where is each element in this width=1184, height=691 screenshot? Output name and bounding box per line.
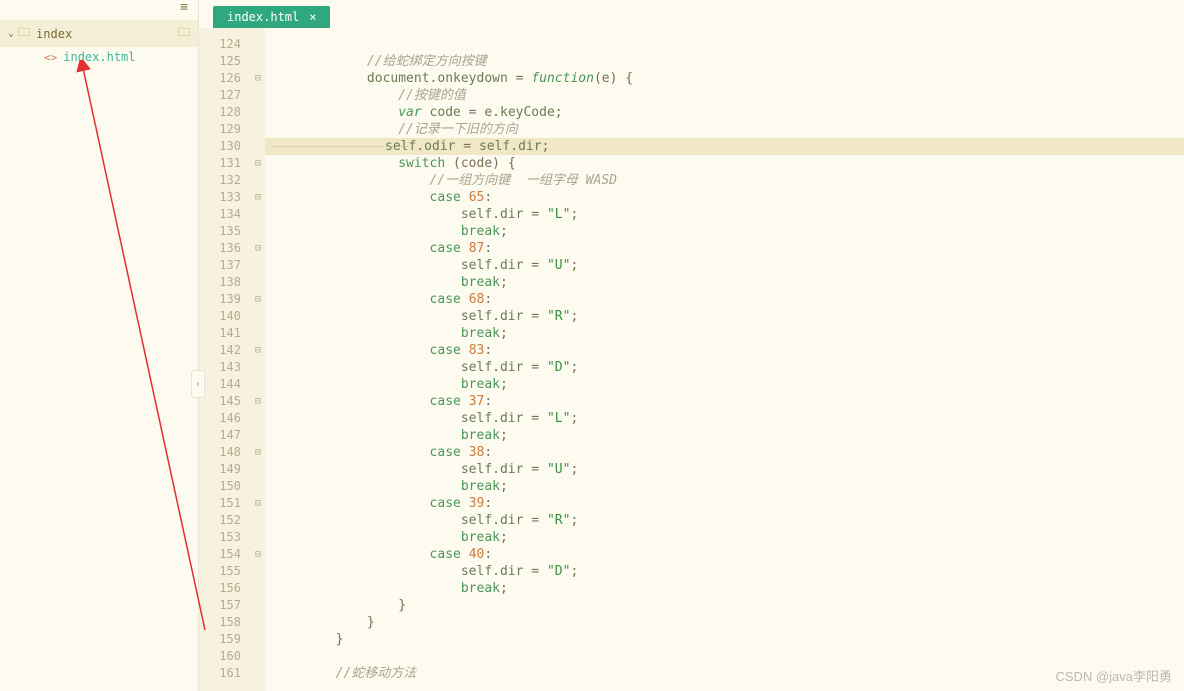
- code-line[interactable]: break;: [265, 478, 1184, 495]
- code-line[interactable]: break;: [265, 580, 1184, 597]
- code-line[interactable]: //按键的值: [265, 87, 1184, 104]
- line-number: 126: [199, 70, 249, 87]
- line-number: 131: [199, 155, 249, 172]
- editor-main: index.html × 124125126127128129130131132…: [199, 0, 1184, 691]
- code-line[interactable]: case 87:: [265, 240, 1184, 257]
- line-number: 125: [199, 53, 249, 70]
- code-line[interactable]: [265, 648, 1184, 665]
- code-line[interactable]: case 83:: [265, 342, 1184, 359]
- code-line[interactable]: switch (code) {: [265, 155, 1184, 172]
- folder-index[interactable]: ⌄ 🗀 index 🗀: [0, 20, 198, 47]
- file-label: index.html: [63, 50, 135, 64]
- line-number: 124: [199, 36, 249, 53]
- code-line[interactable]: case 40:: [265, 546, 1184, 563]
- folder-label: index: [36, 27, 72, 41]
- line-number: 154: [199, 546, 249, 563]
- code-line[interactable]: //给蛇绑定方向按键: [265, 53, 1184, 70]
- code-line[interactable]: }: [265, 597, 1184, 614]
- line-number: 127: [199, 87, 249, 104]
- close-icon[interactable]: ×: [309, 10, 316, 24]
- code-line[interactable]: //记录一下旧的方向: [265, 121, 1184, 138]
- code-line[interactable]: break;: [265, 223, 1184, 240]
- line-number: 146: [199, 410, 249, 427]
- html-file-icon: <>: [44, 51, 57, 64]
- line-number: 128: [199, 104, 249, 121]
- line-number: 161: [199, 665, 249, 682]
- line-number: 135: [199, 223, 249, 240]
- line-number: 149: [199, 461, 249, 478]
- line-number: 139: [199, 291, 249, 308]
- code-line[interactable]: self.dir = "U";: [265, 461, 1184, 478]
- file-index-html[interactable]: <> index.html: [0, 47, 198, 67]
- line-number: 132: [199, 172, 249, 189]
- line-number: 145: [199, 393, 249, 410]
- line-number: 140: [199, 308, 249, 325]
- line-number: 138: [199, 274, 249, 291]
- line-number: 147: [199, 427, 249, 444]
- code-line[interactable]: case 38:: [265, 444, 1184, 461]
- code-line[interactable]: case 68:: [265, 291, 1184, 308]
- chevron-down-icon: ⌄: [8, 28, 14, 39]
- line-number: 130: [199, 138, 249, 155]
- code-line[interactable]: //一组方向键 一组字母 WASD: [265, 172, 1184, 189]
- folder-icon: 🗀: [18, 23, 30, 44]
- line-number: 134: [199, 206, 249, 223]
- code-line[interactable]: self.dir = "R";: [265, 308, 1184, 325]
- sidebar-menu-icon[interactable]: ≡: [0, 0, 198, 20]
- code-line[interactable]: //蛇移动方法: [265, 665, 1184, 682]
- line-number: 152: [199, 512, 249, 529]
- code-line[interactable]: self.dir = "L";: [265, 410, 1184, 427]
- line-number: 155: [199, 563, 249, 580]
- line-number: 148: [199, 444, 249, 461]
- line-number: 156: [199, 580, 249, 597]
- code-line[interactable]: case 37:: [265, 393, 1184, 410]
- line-number: 157: [199, 597, 249, 614]
- code-line[interactable]: break;: [265, 427, 1184, 444]
- line-number: 142: [199, 342, 249, 359]
- line-number: 141: [199, 325, 249, 342]
- code-line[interactable]: break;: [265, 274, 1184, 291]
- code-line[interactable]: self.dir = "L";: [265, 206, 1184, 223]
- line-number: 151: [199, 495, 249, 512]
- code-line[interactable]: break;: [265, 376, 1184, 393]
- fold-column: [249, 28, 265, 691]
- tab-label: index.html: [227, 10, 299, 24]
- folder-open-icon: 🗀: [178, 23, 190, 44]
- editor[interactable]: 1241251261271281291301311321331341351361…: [199, 28, 1184, 691]
- line-number: 129: [199, 121, 249, 138]
- line-number: 144: [199, 376, 249, 393]
- line-number: 137: [199, 257, 249, 274]
- code-line[interactable]: }: [265, 614, 1184, 631]
- line-number-gutter: 1241251261271281291301311321331341351361…: [199, 28, 249, 691]
- tab-bar: index.html ×: [199, 0, 1184, 28]
- code-line[interactable]: self.odir = self.dir;: [265, 138, 1184, 155]
- line-number: 150: [199, 478, 249, 495]
- line-number: 159: [199, 631, 249, 648]
- watermark: CSDN @java李阳勇: [1056, 666, 1173, 685]
- line-number: 153: [199, 529, 249, 546]
- code-line[interactable]: var code = e.keyCode;: [265, 104, 1184, 121]
- code-line[interactable]: document.onkeydown = function(e) {: [265, 70, 1184, 87]
- code-line[interactable]: case 39:: [265, 495, 1184, 512]
- code-line[interactable]: }: [265, 631, 1184, 648]
- code-line[interactable]: self.dir = "D";: [265, 359, 1184, 376]
- line-number: 158: [199, 614, 249, 631]
- code-line[interactable]: break;: [265, 325, 1184, 342]
- file-explorer: ≡ ⌄ 🗀 index 🗀 <> index.html ‹: [0, 0, 199, 691]
- line-number: 160: [199, 648, 249, 665]
- code-line[interactable]: [265, 36, 1184, 53]
- code-line[interactable]: self.dir = "U";: [265, 257, 1184, 274]
- code-line[interactable]: self.dir = "R";: [265, 512, 1184, 529]
- line-number: 143: [199, 359, 249, 376]
- code-line[interactable]: case 65:: [265, 189, 1184, 206]
- code-line[interactable]: break;: [265, 529, 1184, 546]
- line-number: 133: [199, 189, 249, 206]
- code-line[interactable]: self.dir = "D";: [265, 563, 1184, 580]
- tab-index-html[interactable]: index.html ×: [213, 6, 330, 28]
- line-number: 136: [199, 240, 249, 257]
- code-area[interactable]: //给蛇绑定方向按键 document.onkeydown = function…: [265, 28, 1184, 691]
